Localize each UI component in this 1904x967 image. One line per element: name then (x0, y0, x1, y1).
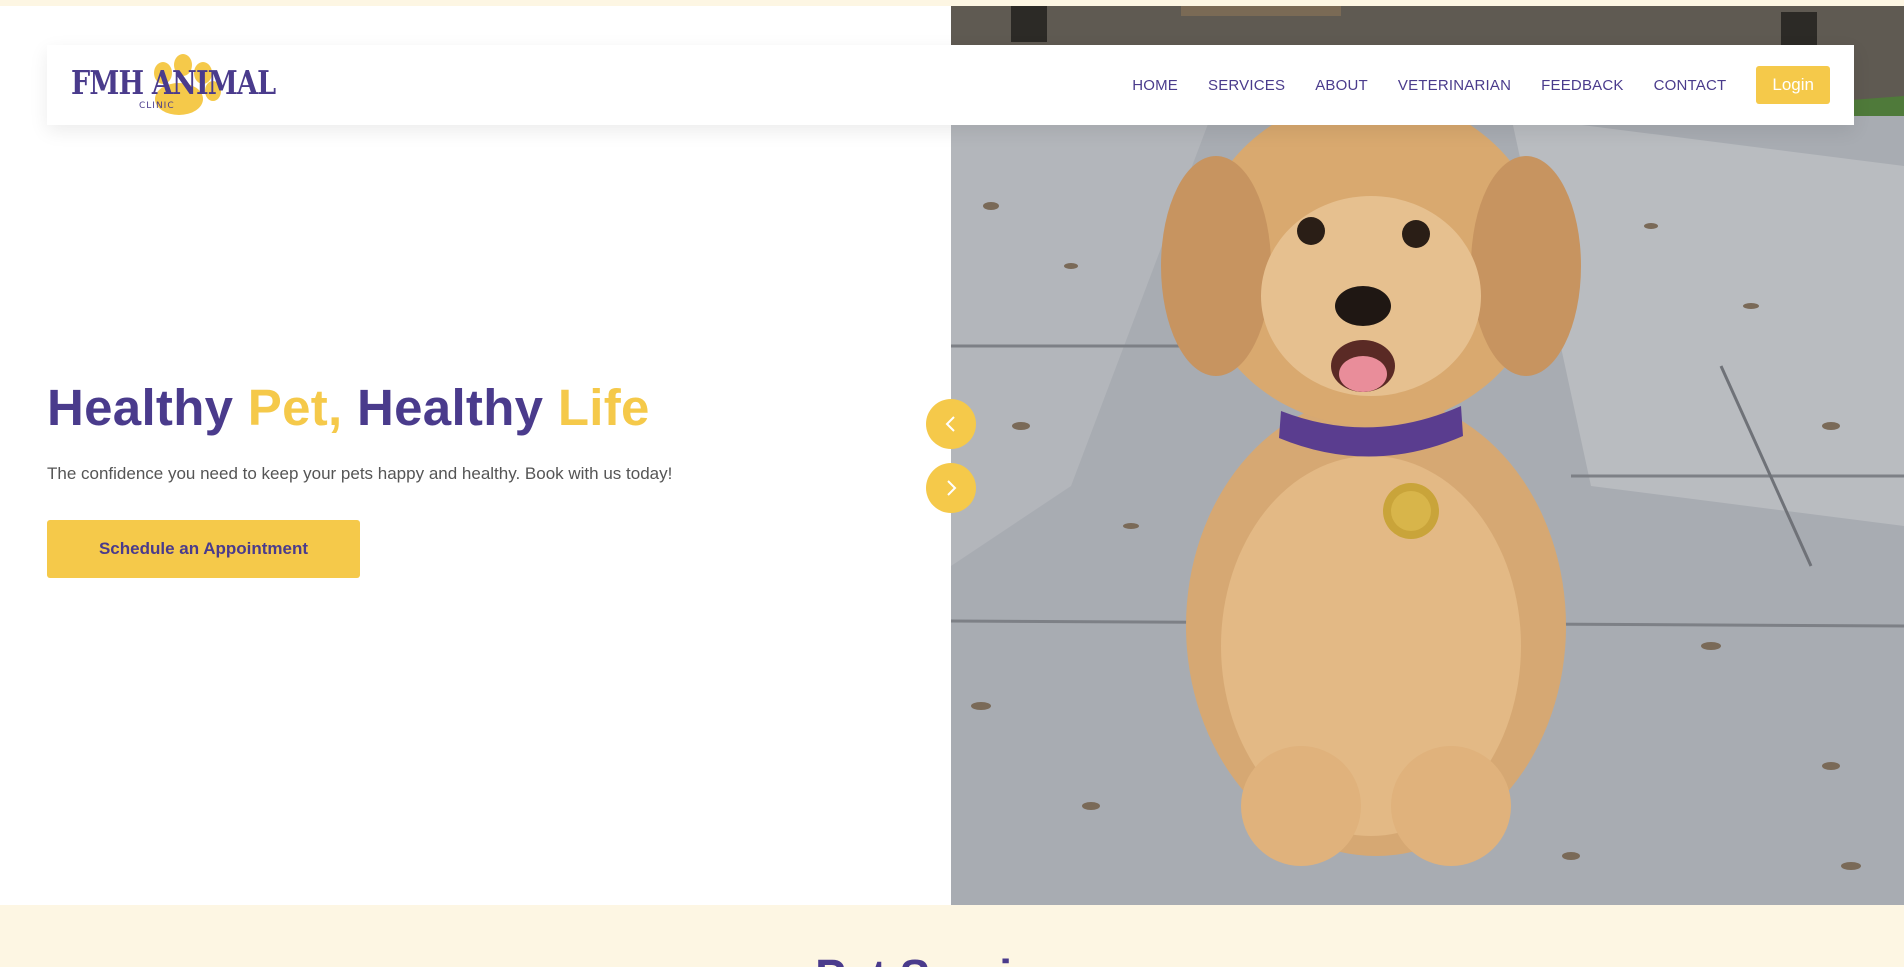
puppy-illustration (951, 6, 1904, 905)
carousel-next-button[interactable] (926, 463, 976, 513)
section-title: Pet Services (0, 949, 1904, 967)
schedule-appointment-button[interactable]: Schedule an Appointment (47, 520, 360, 578)
nav-item-veterinarian[interactable]: VETERINARIAN (1398, 77, 1511, 94)
chevron-left-icon (945, 416, 955, 432)
nav-item-contact[interactable]: CONTACT (1654, 77, 1727, 94)
main-nav: HOME SERVICES ABOUT VETERINARIAN FEEDBAC… (1102, 45, 1830, 125)
pet-services-section: Pet Services (0, 905, 1904, 967)
nav-item-about[interactable]: ABOUT (1315, 77, 1368, 94)
hero-title: Healthy Pet, Healthy Life (47, 378, 650, 437)
chevron-right-icon (947, 480, 957, 496)
login-button[interactable]: Login (1756, 66, 1830, 104)
hero-title-part2: Pet, (247, 379, 343, 436)
logo[interactable]: FMH ANIMAL CLINIC (71, 53, 276, 119)
page: FMH ANIMAL CLINIC HOME SERVICES ABOUT VE… (0, 0, 1904, 967)
hero-title-part4: Life (557, 379, 650, 436)
logo-text: FMH ANIMAL (71, 63, 276, 102)
hero-subtitle: The confidence you need to keep your pet… (47, 464, 673, 483)
site-header: FMH ANIMAL CLINIC HOME SERVICES ABOUT VE… (47, 45, 1854, 125)
hero-title-part3: Healthy (342, 379, 558, 436)
logo-subtext: CLINIC (139, 101, 175, 111)
nav-item-feedback[interactable]: FEEDBACK (1541, 77, 1623, 94)
carousel-prev-button[interactable] (926, 399, 976, 449)
nav-item-home[interactable]: HOME (1132, 77, 1178, 94)
hero-image (951, 6, 1904, 905)
hero-title-part1: Healthy (47, 379, 248, 436)
nav-item-services[interactable]: SERVICES (1208, 77, 1285, 94)
